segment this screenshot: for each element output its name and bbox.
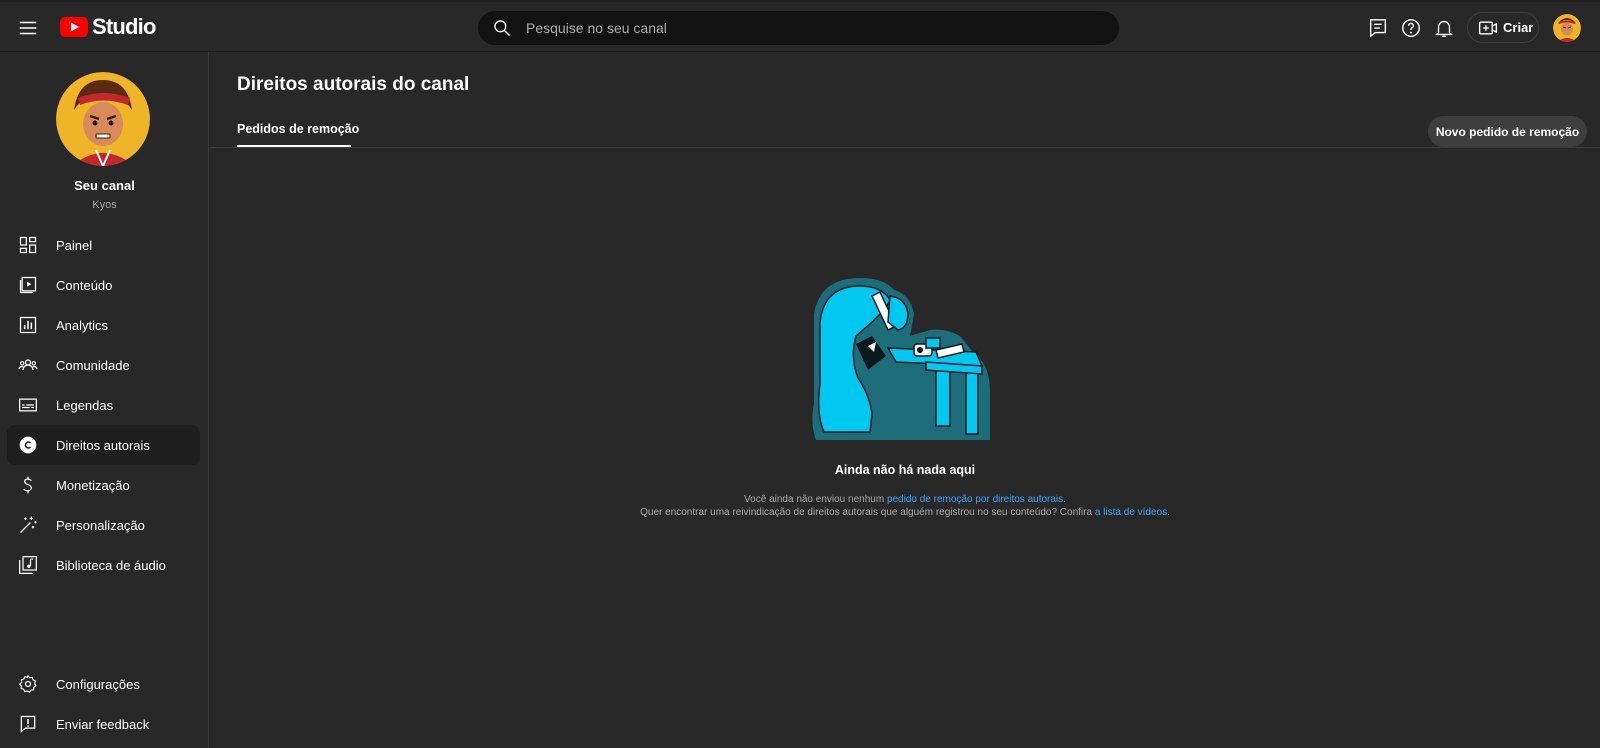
sidebar-item-personalizacao[interactable]: Personalização [7, 505, 200, 545]
sidebar-item-label: Analytics [56, 317, 109, 333]
empty-state-title: Ainda não há nada aqui [834, 463, 976, 477]
video-list-link[interactable]: a lista de vídeos [1095, 507, 1167, 518]
copyright-icon [19, 436, 37, 454]
sidebar-item-enviar-feedback[interactable]: Enviar feedback [7, 704, 200, 744]
content-icon [19, 276, 37, 294]
comment-icon[interactable] [1367, 17, 1389, 39]
community-icon [18, 359, 38, 371]
dashboard-icon [19, 236, 37, 254]
main-content: Direitos autorais do canal Pedidos de re… [210, 52, 1600, 748]
page-title: Direitos autorais do canal [237, 74, 470, 95]
sidebar: Seu canal Kyos Painel Conteúdo Analytics [0, 52, 209, 748]
new-removal-request-button[interactable]: Novo pedido de remoção [1428, 116, 1587, 147]
sidebar-item-label: Conteúdo [56, 277, 113, 293]
help-icon[interactable] [1400, 17, 1422, 39]
channel-name: Kyos [92, 199, 117, 211]
sidebar-item-label: Enviar feedback [56, 716, 150, 732]
sidebar-item-legendas[interactable]: Legendas [7, 385, 200, 425]
bell-icon[interactable] [1433, 17, 1455, 39]
analytics-icon [19, 316, 37, 334]
sidebar-item-label: Personalização [56, 517, 145, 533]
sidebar-item-label: Comunidade [56, 357, 130, 373]
youtube-logo-icon [60, 17, 88, 37]
empty-text-suffix: . [1063, 494, 1066, 505]
empty-text: Quer encontrar uma reivindicação de dire… [640, 507, 1095, 518]
create-video-icon [1479, 21, 1497, 34]
empty-state-line-1: Você ainda não enviou nenhum pedido de r… [210, 494, 1600, 505]
empty-text-suffix: . [1167, 507, 1170, 518]
create-label: Criar [1503, 20, 1534, 35]
magic-wand-icon [20, 516, 37, 533]
tab-pedidos-de-remocao[interactable]: Pedidos de remoção [237, 122, 359, 136]
search-bar[interactable] [478, 11, 1119, 45]
subtitles-icon [19, 398, 37, 412]
empty-state-illustration [812, 278, 990, 440]
sidebar-item-conteudo[interactable]: Conteúdo [7, 265, 200, 305]
sidebar-item-label: Monetização [56, 477, 130, 493]
sidebar-item-label: Direitos autorais [56, 437, 150, 453]
sidebar-item-label: Biblioteca de áudio [56, 557, 166, 573]
channel-title: Seu canal [74, 178, 135, 193]
sidebar-item-configuracoes[interactable]: Configurações [7, 664, 200, 704]
sidebar-item-painel[interactable]: Painel [7, 225, 200, 265]
empty-text: Você ainda não enviou nenhum [744, 494, 887, 505]
avatar[interactable] [1553, 14, 1581, 42]
sidebar-item-label: Painel [56, 237, 93, 253]
brand-name: Studio [92, 14, 156, 39]
sidebar-item-comunidade[interactable]: Comunidade [7, 345, 200, 385]
dollar-icon [23, 476, 32, 494]
search-icon [494, 20, 510, 36]
menu-icon[interactable] [17, 17, 39, 39]
sidebar-item-direitos-autorais[interactable]: Direitos autorais [7, 425, 200, 465]
sidebar-item-label: Legendas [56, 397, 114, 413]
empty-state-line-2: Quer encontrar uma reivindicação de dire… [210, 507, 1600, 518]
search-input[interactable] [526, 20, 1086, 36]
settings-icon [18, 674, 37, 693]
feedback-icon [20, 715, 36, 733]
removal-request-link[interactable]: pedido de remoção por direitos autorais [887, 494, 1063, 505]
studio-logo[interactable]: Studio [60, 14, 156, 40]
tab-divider [210, 147, 1600, 148]
audio-library-icon [19, 556, 37, 574]
top-bar: Studio Criar [0, 0, 1600, 52]
sidebar-item-label: Configurações [56, 676, 140, 692]
create-button[interactable]: Criar [1467, 12, 1539, 43]
channel-avatar[interactable] [56, 72, 150, 166]
sidebar-item-analytics[interactable]: Analytics [7, 305, 200, 345]
sidebar-item-biblioteca-de-audio[interactable]: Biblioteca de áudio [7, 545, 200, 585]
sidebar-item-monetizacao[interactable]: Monetização [7, 465, 200, 505]
